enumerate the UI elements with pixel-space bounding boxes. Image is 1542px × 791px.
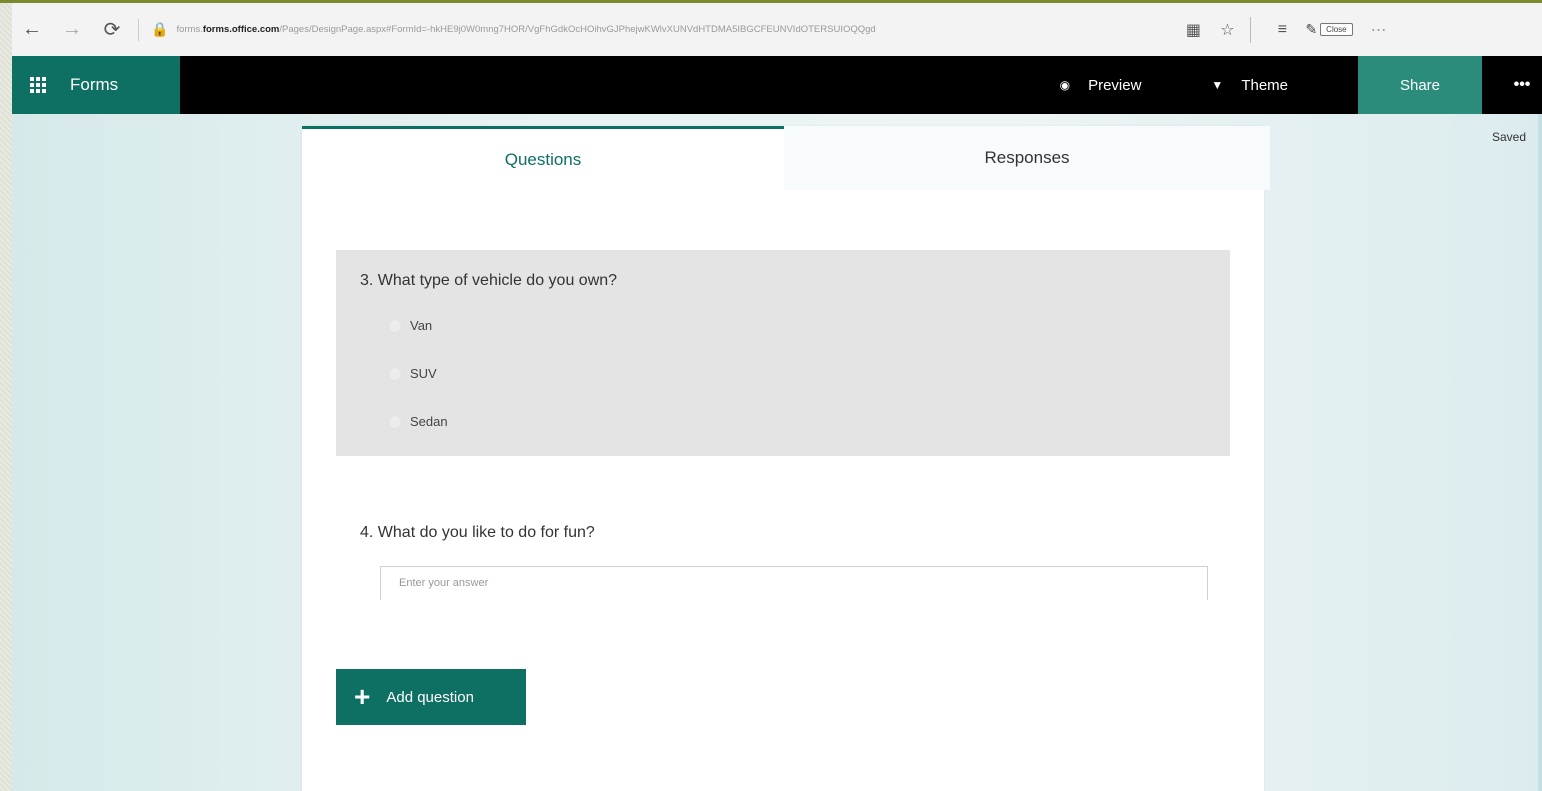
question-4-title: 4. What do you like to do for fun? [360, 524, 595, 541]
option-label: Van [410, 318, 433, 333]
question-3-block[interactable]: 3. What type of vehicle do you own? Van … [336, 250, 1230, 456]
option-label: SUV [410, 366, 437, 381]
saved-status: Saved [1491, 130, 1526, 144]
plus-icon: + [354, 681, 371, 712]
back-arrow-icon[interactable]: ← [12, 18, 52, 41]
option-sedan[interactable]: Sedan [388, 414, 448, 429]
option-label: Sedan [410, 414, 448, 429]
eye-icon: ◉ [1059, 78, 1071, 92]
more-options-button[interactable]: ••• [1502, 76, 1542, 94]
tab-questions[interactable]: Questions [302, 126, 784, 190]
lock-icon: 🔒 [151, 21, 169, 37]
app-bar: Forms ◉ Preview ▼ Theme Share ••• [12, 56, 1542, 114]
web-note-icon: ✎ [1305, 21, 1318, 37]
answer-input[interactable]: Enter your answer [380, 566, 1208, 600]
app-launcher[interactable]: Forms [12, 56, 180, 114]
tab-responses[interactable]: Responses [784, 126, 1270, 190]
preview-button[interactable]: ◉ Preview [1060, 77, 1142, 94]
url-domain: forms.office.com [202, 24, 280, 35]
url-prefix: forms. [176, 24, 203, 35]
hub-icon[interactable]: ≡ [1265, 21, 1299, 39]
address-bar[interactable]: forms.forms.office.com/Pages/DesignPage.… [176, 24, 1176, 35]
refresh-icon[interactable]: ⟳ [92, 17, 132, 42]
tab-bar: Questions Responses [302, 126, 1272, 190]
preview-label: Preview [1088, 76, 1142, 94]
option-van[interactable]: Van [388, 318, 432, 333]
address-separator [138, 18, 139, 41]
paint-bucket-icon: ▼ [1211, 78, 1224, 92]
add-question-label: Add question [386, 688, 474, 706]
radio-icon[interactable] [388, 366, 402, 381]
more-icon[interactable]: ⋯ [1371, 20, 1388, 40]
close-tooltip: Close [1320, 23, 1353, 36]
theme-label: Theme [1241, 76, 1288, 94]
toolbar-separator [1250, 16, 1252, 43]
forward-arrow-icon[interactable]: → [52, 18, 92, 41]
radio-icon[interactable] [388, 414, 402, 429]
workspace: Saved Questions Responses 3. What type o… [12, 114, 1542, 791]
add-question-button[interactable]: + Add question [336, 669, 526, 725]
reading-view-icon[interactable]: ▦ [1176, 20, 1210, 40]
form-card: Questions Responses 3. What type of vehi… [302, 126, 1270, 791]
scroll-edge [1538, 114, 1542, 791]
url-path: /Pages/DesignPage.aspx#FormId=-hkHE9j0W0… [279, 24, 876, 35]
favorites-star-icon[interactable]: ☆ [1210, 20, 1244, 40]
option-suv[interactable]: SUV [388, 366, 437, 381]
browser-toolbar: ← → ⟳ 🔒 forms.forms.office.com/Pages/Des… [12, 3, 1542, 56]
app-name: Forms [70, 75, 119, 94]
share-button[interactable]: Share [1358, 56, 1482, 114]
radio-icon[interactable] [388, 318, 402, 333]
web-note-button[interactable]: ✎ Close [1305, 21, 1353, 38]
question-3-title: 3. What type of vehicle do you own? [360, 272, 618, 289]
theme-button[interactable]: ▼ Theme [1211, 77, 1288, 94]
waffle-icon [30, 77, 48, 93]
